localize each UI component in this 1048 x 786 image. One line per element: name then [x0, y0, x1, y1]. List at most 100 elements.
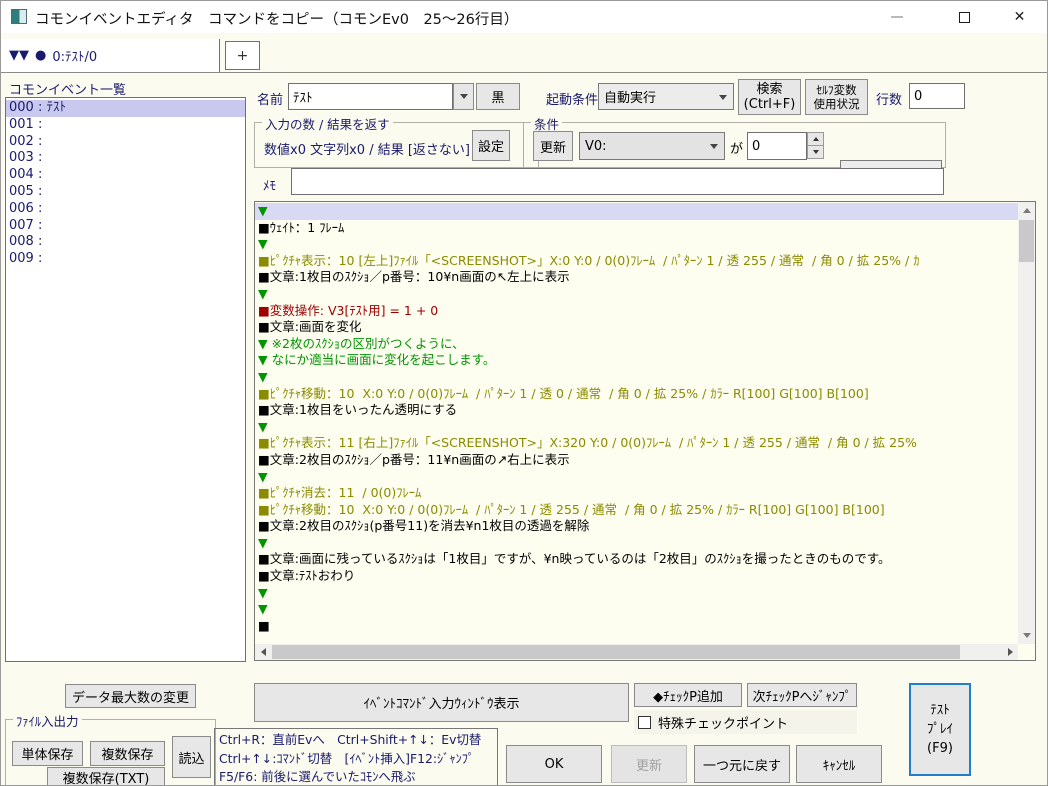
vertical-scrollbar[interactable] [1018, 202, 1035, 644]
list-item[interactable]: 007 : [6, 218, 245, 235]
scroll-right-icon [1008, 648, 1013, 656]
command-row[interactable]: ■文章:1枚目をいったん透明にする [255, 402, 1018, 419]
list-item[interactable]: 006 : [6, 201, 245, 218]
common-event-list[interactable]: 000 : ﾃｽﾄ001 :002 :003 :004 :005 :006 :0… [5, 97, 246, 662]
command-row[interactable]: ▼ [255, 585, 1018, 602]
close-button[interactable]: ✕ [996, 1, 1043, 33]
command-row[interactable]: ▼ [255, 601, 1018, 618]
spinner-down-button[interactable] [807, 145, 824, 159]
next-checkpoint-button[interactable]: 次ﾁｪｯｸPへｼﾞｬﾝﾌﾟ [747, 683, 857, 707]
condition-group: 条件 更新 V0: が と同じ [523, 122, 946, 168]
selfvar-usage-button[interactable]: ｾﾙﾌ変数 使用状況 [805, 79, 868, 115]
list-item[interactable]: 008 : [6, 234, 245, 251]
list-item[interactable]: 002 : [6, 134, 245, 151]
horizontal-scroll-thumb[interactable] [272, 645, 960, 659]
command-row[interactable]: ■文章:画面を変化 [255, 319, 1018, 336]
name-color-dropdown-button[interactable] [453, 83, 474, 110]
command-row[interactable]: ▼ [255, 369, 1018, 386]
max-data-button[interactable]: データ最大数の変更 [65, 684, 196, 708]
list-item[interactable]: 003 : [6, 150, 245, 167]
command-row[interactable]: ■ﾋﾟｸﾁｬ消去：11 / 0(0)ﾌﾚｰﾑ [255, 485, 1018, 502]
list-item[interactable]: 009 : [6, 251, 245, 268]
save-multi-txt-button[interactable]: 複数保存(TXT) [47, 767, 165, 786]
scroll-up-button[interactable] [1018, 202, 1035, 219]
special-checkpoint-checkbox[interactable] [638, 716, 651, 729]
list-item[interactable]: 004 : [6, 167, 245, 184]
command-row[interactable]: ▼ [255, 419, 1018, 436]
command-row[interactable]: ▼ [255, 286, 1018, 303]
triangle-up-icon [813, 137, 819, 141]
command-row[interactable]: ■文章:ﾃｽﾄおわり [255, 568, 1018, 585]
add-checkpoint-button[interactable]: ◆ﾁｪｯｸP追加 [634, 683, 742, 707]
save-multi-button[interactable]: 複数保存 [90, 741, 165, 766]
command-row[interactable]: ▼ [255, 535, 1018, 552]
io-settings-button[interactable]: 設定 [472, 130, 510, 161]
add-tab-button[interactable]: + [225, 41, 260, 70]
special-checkpoint-label: 特殊チェックポイント [658, 713, 788, 732]
app-icon [11, 9, 27, 24]
vertical-scroll-thumb[interactable] [1019, 220, 1034, 262]
command-row[interactable]: ▼ [255, 236, 1018, 253]
scroll-left-button[interactable] [255, 644, 271, 660]
chevron-down-icon [460, 94, 468, 99]
command-row[interactable]: ■ﾋﾟｸﾁｬ表示：11 [右上]ﾌｧｲﾙ「<SCREENSHOT>」X:320 … [255, 435, 1018, 452]
undo-button[interactable]: 一つ元に戻す [694, 745, 790, 783]
test-play-button[interactable]: ﾃｽﾄ ﾌﾟﾚｲ (F9) [909, 683, 971, 776]
update-button[interactable]: 更新 [611, 745, 687, 783]
command-row[interactable]: ■ [255, 618, 1018, 635]
load-button[interactable]: 読込 [172, 736, 211, 778]
name-input[interactable] [288, 83, 453, 110]
condition-update-button[interactable]: 更新 [533, 131, 573, 161]
trigger-label: 起動条件 [546, 89, 598, 108]
command-row[interactable]: ▼ ※2枚のｽｸｼｮの区別がつくように、 [255, 336, 1018, 353]
scroll-right-button[interactable] [1002, 644, 1018, 660]
scroll-down-button[interactable] [1018, 627, 1035, 644]
chevron-down-icon [710, 144, 718, 149]
show-command-window-button[interactable]: ｲﾍﾞﾝﾄｺﾏﾝﾄﾞ入力ｳｨﾝﾄﾞｳ表示 [254, 683, 629, 722]
save-single-button[interactable]: 単体保存 [12, 741, 83, 766]
command-area: ▼■ｳｪｲﾄ：1 ﾌﾚｰﾑ▼■ﾋﾟｸﾁｬ表示：10 [左上]ﾌｧｲﾙ「<SCRE… [254, 201, 1036, 661]
search-button[interactable]: 検索 (Ctrl+F) [738, 79, 801, 115]
spinner-up-button[interactable] [807, 132, 824, 146]
condition-variable-combobox[interactable]: V0: [579, 132, 725, 160]
io-summary: 数値x0 文字列x0 / 結果 [返さない] [264, 139, 470, 158]
command-row[interactable]: ▼ なにか適当に画面に変化を起こします。 [255, 352, 1018, 369]
scroll-down-icon [1023, 633, 1031, 638]
ok-button[interactable]: OK [506, 745, 602, 783]
condition-value-spinner[interactable] [807, 132, 824, 159]
memo-label: ﾒﾓ [263, 175, 276, 194]
line-count-input[interactable] [909, 83, 965, 109]
scroll-left-icon [261, 648, 266, 656]
command-row[interactable]: ■文章:2枚目のｽｸｼｮ／p番号：11¥n画面の↗右上に表示 [255, 452, 1018, 469]
command-row[interactable]: ■変数操作: V3[ﾃｽﾄ用] = 1 + 0 [255, 303, 1018, 320]
shortcut-hint-box: Ctrl+R：直前Evへ Ctrl+Shift+↑↓：Ev切替 Ctrl+↑↓:… [214, 728, 498, 786]
command-row[interactable]: ■文章:1枚目のｽｸｼｮ／p番号：10¥n画面の↖左上に表示 [255, 269, 1018, 286]
cancel-button[interactable]: ｷｬﾝｾﾙ [796, 745, 882, 783]
memo-input[interactable] [291, 168, 944, 195]
list-item[interactable]: 001 : [6, 117, 245, 134]
horizontal-scrollbar[interactable] [255, 644, 1018, 660]
condition-value-input[interactable] [747, 132, 807, 160]
command-row[interactable]: ■ﾋﾟｸﾁｬ移動：10 X:0 Y:0 / 0(0)ﾌﾚｰﾑ / ﾊﾟﾀｰﾝ 1… [255, 502, 1018, 519]
command-row[interactable]: ▼ [255, 469, 1018, 486]
list-item[interactable]: 005 : [6, 184, 245, 201]
hint-line-1: Ctrl+R：直前Evへ Ctrl+Shift+↑↓：Ev切替 [219, 731, 493, 750]
command-row[interactable]: ■ｳｪｲﾄ：1 ﾌﾚｰﾑ [255, 220, 1018, 237]
trigger-value: 自動実行 [604, 87, 656, 106]
minimize-button[interactable] [873, 1, 920, 33]
maximize-button[interactable] [941, 1, 988, 33]
command-row[interactable]: ■ﾋﾟｸﾁｬ表示：10 [左上]ﾌｧｲﾙ「<SCREENSHOT>」X:0 Y:… [255, 253, 1018, 270]
command-row[interactable]: ▼ [255, 203, 1018, 220]
tab-collapse-icons: ▼▼ [9, 48, 29, 63]
command-row[interactable]: ■文章:画面に残っているｽｸｼｮは「1枚目」ですが、¥n映っているのは「2枚目」… [255, 551, 1018, 568]
color-button[interactable]: 黒 [476, 83, 520, 110]
command-list[interactable]: ▼■ｳｪｲﾄ：1 ﾌﾚｰﾑ▼■ﾋﾟｸﾁｬ表示：10 [左上]ﾌｧｲﾙ「<SCRE… [255, 203, 1018, 643]
tab-label: 0:ﾃｽﾄ/0 [52, 46, 97, 65]
command-row[interactable]: ■ﾋﾟｸﾁｬ移動：10 X:0 Y:0 / 0(0)ﾌﾚｰﾑ / ﾊﾟﾀｰﾝ 1… [255, 386, 1018, 403]
triangle-down-icon [813, 150, 819, 154]
tab-common-event-0[interactable]: ▼▼ ● 0:ﾃｽﾄ/0 [1, 39, 220, 72]
trigger-combobox[interactable]: 自動実行 [598, 83, 734, 110]
list-item[interactable]: 000 : ﾃｽﾄ [6, 100, 245, 117]
command-row[interactable]: ■文章:2枚目のｽｸｼｮ(p番号11)を消去¥n1枚目の透過を解除 [255, 518, 1018, 535]
file-io-group-title: ﾌｧｲﾙ入出力 [13, 711, 82, 730]
